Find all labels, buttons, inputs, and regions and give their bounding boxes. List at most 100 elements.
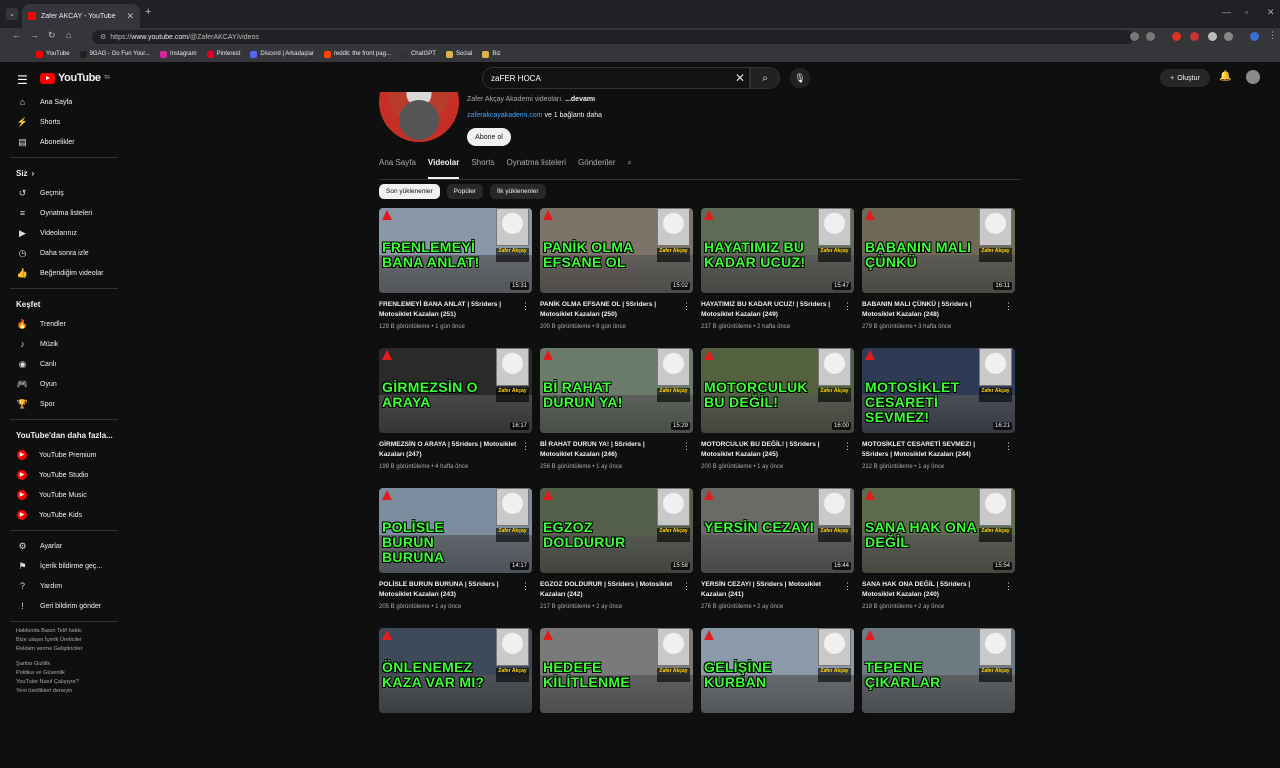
footer-links[interactable]: Reklam verme Geliştiriciler xyxy=(0,645,124,654)
sidebar-item-explore[interactable]: ♪ Müzik xyxy=(0,334,124,354)
more-options-icon[interactable]: ⋮ xyxy=(521,301,530,312)
footer-links[interactable]: Bize ulaşın İçerik Üreticiler xyxy=(0,636,124,645)
url-field[interactable]: ⚙ https://www.youtube.com/@ZaferAKCAY/vi… xyxy=(92,30,1134,44)
video-title[interactable]: BABANIN MALI ÇÜNKÜ | 5Sriders | Motosikl… xyxy=(862,300,1015,320)
video-thumbnail[interactable]: Zafer Akçay Bİ RAHAT DURUN YA! 15:29 xyxy=(540,348,693,433)
video-thumbnail[interactable]: Zafer Akçay MOTOSİKLET CESARETİ SEVMEZ! 16… xyxy=(862,348,1015,433)
footer-links[interactable]: Hakkında Basın Telif hakkı xyxy=(0,627,124,636)
maximize-icon[interactable]: ▫ xyxy=(1245,7,1248,17)
bookmark-item[interactable]: Discord | Arkadaşlar xyxy=(250,50,314,58)
bookmark-item[interactable]: reddit: the front pag... xyxy=(323,50,391,58)
more-options-icon[interactable]: ⋮ xyxy=(521,581,530,592)
video-title[interactable]: PANİK OLMA EFSANE OL | 5Sriders | Motosi… xyxy=(540,300,693,320)
footer-links[interactable]: Yeni özellikleri deneyin xyxy=(0,687,124,696)
you-heading[interactable]: Siz › xyxy=(0,163,124,183)
browser-menu-icon[interactable]: ⋮ xyxy=(1268,30,1277,41)
sidebar-item-product[interactable]: ▶ YouTube Premium xyxy=(0,445,124,465)
video-card[interactable]: Zafer Akçay HEDEFE KİLİTLENME xyxy=(540,628,693,768)
video-thumbnail[interactable]: Zafer Akçay YERSİN CEZAYI 16:44 xyxy=(701,488,854,573)
sort-chip[interactable]: İlk yüklenenler xyxy=(490,184,546,199)
sidebar-item-settings[interactable]: ⚑ İçerik bildirme geç... xyxy=(0,556,124,576)
more-options-icon[interactable]: ⋮ xyxy=(682,441,691,452)
channel-search-icon[interactable]: ⌕ xyxy=(627,154,631,179)
more-options-icon[interactable]: ⋮ xyxy=(521,441,530,452)
video-thumbnail[interactable]: Zafer Akçay POLİSLE BURUN BURUNA 14:17 xyxy=(379,488,532,573)
subscribe-button[interactable]: Abone ol xyxy=(467,128,511,146)
video-title[interactable]: MOTOSİKLET CESARETİ SEVMEZ! | 5Sriders |… xyxy=(862,440,1015,460)
video-title[interactable]: FRENLEMEYİ BANA ANLAT | 5Sriders | Motos… xyxy=(379,300,532,320)
video-thumbnail[interactable]: Zafer Akçay PANİK OLMA EFSANE OL 15:02 xyxy=(540,208,693,293)
video-title[interactable]: SANA HAK ONA DEĞİL | 5Sriders | Motosikl… xyxy=(862,580,1015,600)
sidebar-item-product[interactable]: ▶ YouTube Kids xyxy=(0,505,124,525)
video-thumbnail[interactable]: Zafer Akçay GİRMEZSİN O ARAYA 16:17 xyxy=(379,348,532,433)
video-card[interactable]: Zafer Akçay GİRMEZSİN O ARAYA 16:17 GİRMEZS… xyxy=(379,348,532,488)
site-info-icon[interactable]: ⚙ xyxy=(100,33,106,41)
more-heading[interactable]: YouTube'dan daha fazla... xyxy=(0,425,124,445)
extension-icon[interactable] xyxy=(1172,32,1181,41)
account-avatar[interactable] xyxy=(1246,70,1260,84)
close-window-icon[interactable]: ✕ xyxy=(1267,7,1275,18)
bookmark-item[interactable]: 9GAG - Go Fun Your... xyxy=(79,50,150,58)
tab-3[interactable]: Oynatma listeleri xyxy=(506,154,566,179)
video-card[interactable]: Zafer Akçay PANİK OLMA EFSANE OL 15:02 PANİ… xyxy=(540,208,693,348)
footer-links[interactable]: Politika ve Güvenlik xyxy=(0,669,124,678)
explore-heading[interactable]: Keşfet xyxy=(0,294,124,314)
video-thumbnail[interactable]: Zafer Akçay MOTORCULUK BU DEĞİL! 16:00 xyxy=(701,348,854,433)
clear-search-icon[interactable]: ✕ xyxy=(735,71,745,85)
sort-chip[interactable]: Son yüklenenler xyxy=(379,184,440,199)
sidebar-item-settings[interactable]: ? Yardım xyxy=(0,576,124,596)
video-card[interactable]: Zafer Akçay GELİŞİNE KURBAN xyxy=(701,628,854,768)
sidebar-item-explore[interactable]: 🔥 Trendler xyxy=(0,314,124,334)
sidebar-item-you[interactable]: ▶ Videolarınız xyxy=(0,223,124,243)
video-thumbnail[interactable]: Zafer Akçay GELİŞİNE KURBAN xyxy=(701,628,854,713)
create-button[interactable]: + Oluştur xyxy=(1160,69,1210,87)
video-thumbnail[interactable]: Zafer Akçay EGZOZ DOLDURUR 15:58 xyxy=(540,488,693,573)
tab-1[interactable]: Videolar xyxy=(427,154,460,179)
video-card[interactable]: Zafer Akçay Bİ RAHAT DURUN YA! 15:29 Bİ RAH… xyxy=(540,348,693,488)
sidebar-item-settings[interactable]: ! Geri bildirim gönder xyxy=(0,596,124,616)
bookmark-item[interactable]: Biz xyxy=(482,50,501,58)
close-tab-icon[interactable]: ✕ xyxy=(126,11,134,22)
bookmark-item[interactable]: YouTube xyxy=(36,50,70,58)
sidebar-item-product[interactable]: ▶ YouTube Music xyxy=(0,485,124,505)
video-title[interactable]: HAYATIMIZ BU KADAR UCUZ! | 5Sriders | Mo… xyxy=(701,300,854,320)
more-options-icon[interactable]: ⋮ xyxy=(682,301,691,312)
sidebar-item-you[interactable]: ◷ Daha sonra izle xyxy=(0,243,124,263)
video-card[interactable]: Zafer Akçay MOTORCULUK BU DEĞİL! 16:00 MOTO… xyxy=(701,348,854,488)
sidebar-item-you[interactable]: ≡ Oynatma listeleri xyxy=(0,203,124,223)
sidebar-item-you[interactable]: 👍 Beğendiğim videolar xyxy=(0,263,124,283)
tab-2[interactable]: Shorts xyxy=(471,154,494,179)
tab-4[interactable]: Gönderiler xyxy=(578,154,615,179)
voice-search-button[interactable]: 🎙 xyxy=(790,68,810,88)
video-thumbnail[interactable]: Zafer Akçay TEPENE ÇIKARLAR xyxy=(862,628,1015,713)
forward-icon[interactable]: → xyxy=(30,30,39,40)
back-icon[interactable]: ← xyxy=(12,30,21,40)
bookmark-item[interactable]: ChatGPT xyxy=(400,50,436,58)
profile-icon[interactable] xyxy=(1250,32,1259,41)
video-title[interactable]: POLİSLE BURUN BURUNA | 5Sriders | Motosi… xyxy=(379,580,532,600)
sort-chip[interactable]: Popüler xyxy=(446,184,484,199)
sidebar-item-product[interactable]: ▶ YouTube Studio xyxy=(0,465,124,485)
sidebar-item-main[interactable]: ⌂ Ana Sayfa xyxy=(0,92,124,112)
sidebar-item-explore[interactable]: 🏆 Spor xyxy=(0,394,124,414)
bookmark-item[interactable]: Instagram xyxy=(159,50,197,58)
video-title[interactable]: MOTORCULUK BU DEĞİL! | 5Sriders | Motosi… xyxy=(701,440,854,460)
video-card[interactable]: Zafer Akçay MOTOSİKLET CESARETİ SEVMEZ! 16… xyxy=(862,348,1015,488)
more-options-icon[interactable]: ⋮ xyxy=(1004,441,1013,452)
bookmark-item[interactable]: Social xyxy=(445,50,472,58)
more-options-icon[interactable]: ⋮ xyxy=(682,581,691,592)
browser-tab[interactable]: Zafer AKCAY - YouTube ✕ xyxy=(22,4,140,28)
notifications-bell-icon[interactable]: 🔔 xyxy=(1219,71,1231,82)
video-title[interactable]: GİRMEZSİN O ARAYA | 5Sriders | Motosikle… xyxy=(379,440,532,460)
sidebar-item-main[interactable]: ▤ Abonelikler xyxy=(0,132,124,152)
more-links[interactable]: ve 1 bağlantı daha xyxy=(544,112,602,119)
search-input[interactable]: zaFER HOCA xyxy=(482,67,750,89)
video-card[interactable]: Zafer Akçay HAYATIMIZ BU KADAR UCUZ! 15:47… xyxy=(701,208,854,348)
extension-icon[interactable] xyxy=(1208,32,1217,41)
video-thumbnail[interactable]: Zafer Akçay ÖNLENEMEZ KAZA VAR MI? xyxy=(379,628,532,713)
minimize-icon[interactable]: — xyxy=(1222,7,1231,17)
channel-description[interactable]: Zafer Akçay Akademi videoları. ...devamı xyxy=(467,96,595,103)
home-icon[interactable]: ⌂ xyxy=(66,30,71,40)
video-thumbnail[interactable]: Zafer Akçay SANA HAK ONA DEĞİL 15:54 xyxy=(862,488,1015,573)
video-card[interactable]: Zafer Akçay FRENLEMEYİ BANA ANLAT! 15:31 FR… xyxy=(379,208,532,348)
